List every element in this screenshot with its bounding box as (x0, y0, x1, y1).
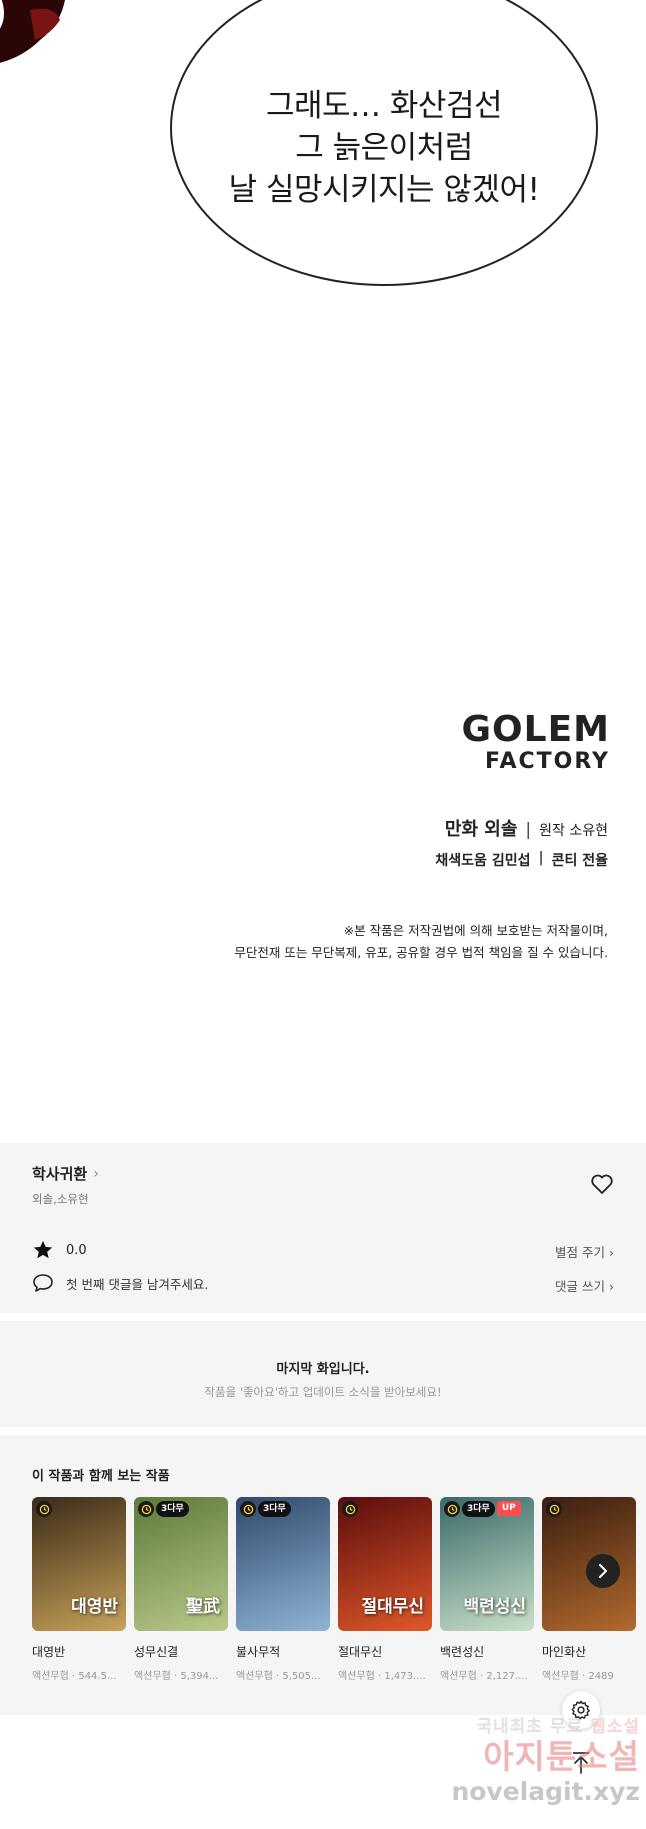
card-meta: 액션무협 · 1,473.... (338, 1671, 426, 1682)
card-title: 불사무적 (236, 1645, 281, 1659)
badge-row (546, 1501, 562, 1517)
wait-free-clock-icon (36, 1501, 52, 1517)
cover-image: 대영반 (32, 1497, 126, 1631)
bubble-line: 날 실망시키지는 않겠어! (228, 172, 540, 208)
card-meta: 액션무협 · 544.5... (32, 1671, 117, 1682)
copyright-notice: ※본 작품은 저작권법에 의해 보호받는 저작물이며, 무단전재 또는 무단복제… (234, 920, 608, 964)
card-title: 마인화산 (542, 1645, 587, 1659)
recommendation-card[interactable]: 3다무불사무적액션무협 · 5,505... (236, 1497, 330, 1682)
badge-row (342, 1501, 358, 1517)
card-title: 대영반 (32, 1645, 66, 1659)
comic-panel: 그래도… 화산검선 그 늙은이처럼 날 실망시키지는 않겠어! GOLEM FA… (0, 0, 646, 1143)
cover-title-art: 대영반 (71, 1597, 118, 1617)
card-title: 백련성신 (440, 1645, 485, 1659)
recommendation-carousel: 대영반 대영반 액션무협 · 544.5... 3다무 聖武 성무신결 액션무협 · 5,3… (32, 1497, 646, 1697)
ink-splash-art (0, 0, 65, 63)
recommendation-card[interactable]: 대영반 대영반 액션무협 · 544.5... (32, 1497, 126, 1682)
free-episodes-badge: 3다무 (462, 1501, 495, 1517)
chevron-right-icon: › (609, 1279, 614, 1294)
watermark-line-1b: 웹소설 (590, 1717, 640, 1737)
cover-image: 3다무 聖武 (134, 1497, 228, 1631)
cover-image: 3다무 UP 백련성신 (440, 1497, 534, 1631)
comment-row: 첫 번째 댓글을 남겨주세요. (32, 1273, 208, 1293)
rate-button[interactable]: 별점 주기 › (555, 1242, 614, 1261)
card-meta: 액션무협 · 5,394... (134, 1671, 219, 1682)
badge-row: 3다무 UP (444, 1501, 521, 1517)
last-episode-subtitle: 작품을 '좋아요'하고 업데이트 소식을 받아보세요! (204, 1385, 442, 1399)
star-icon (33, 1240, 53, 1259)
last-episode-title: 마지막 화입니다. (276, 1362, 370, 1377)
wait-free-clock-icon (546, 1501, 562, 1517)
section-divider (0, 1313, 646, 1321)
chevron-right-icon (599, 1564, 607, 1578)
last-episode-notice: 마지막 화입니다. 작품을 '좋아요'하고 업데이트 소식을 받아보세요! (0, 1321, 646, 1427)
recommendation-card[interactable]: 마인화산액션무협 · 2489 (542, 1497, 636, 1682)
write-comment-button[interactable]: 댓글 쓰기 › (555, 1276, 614, 1295)
credits-line-2: 채색도움 김민섭 | 콘티 전율 (435, 850, 608, 870)
badge-row: 3다무 (240, 1501, 291, 1517)
series-title-link[interactable]: 학사귀환 › (32, 1163, 99, 1184)
card-title: 성무신결 (134, 1645, 179, 1659)
rating-value: 0.0 (66, 1242, 87, 1258)
publisher-logo: GOLEM FACTORY (461, 712, 610, 776)
notice-line: 무단전재 또는 무단복제, 유포, 공유할 경우 법적 책임을 질 수 있습니다… (234, 945, 608, 960)
watermark-line-1a: 국내최초 무료 (476, 1717, 584, 1737)
cover-title-art: 절대무신 (361, 1597, 424, 1617)
card-meta: 액션무협 · 2,127.... (440, 1671, 528, 1682)
speech-bubble: 그래도… 화산검선 그 늙은이처럼 날 실망시키지는 않겠어! (170, 0, 598, 286)
wait-free-clock-icon (444, 1501, 460, 1517)
artist-credit: 만화 외솔 (444, 819, 518, 840)
free-episodes-badge: 3다무 (156, 1501, 189, 1517)
comment-prompt[interactable]: 첫 번째 댓글을 남겨주세요. (66, 1274, 208, 1293)
credit-separator: | (525, 820, 532, 840)
cover-title-art: 백련성신 (463, 1597, 526, 1617)
cover-image: 3다무 (236, 1497, 330, 1631)
update-badge: UP (496, 1501, 521, 1516)
badge-row: 3다무 (138, 1501, 189, 1517)
recommendation-card[interactable]: 3다무 聖武 성무신결액션무협 · 5,394... (134, 1497, 228, 1682)
bubble-line: 그래도… 화산검선 (266, 88, 503, 124)
card-title: 절대무신 (338, 1645, 383, 1659)
notice-line: ※본 작품은 저작권법에 의해 보호받는 저작물이며, (343, 923, 608, 938)
site-watermark: 국내최초 무료 웹소설 아지툰소설 novelagit.xyz (440, 1712, 640, 1827)
free-episodes-badge: 3다무 (258, 1501, 291, 1517)
section-divider (0, 1427, 646, 1435)
card-meta: 액션무협 · 2489 (542, 1671, 614, 1682)
series-title: 학사귀환 (32, 1165, 88, 1183)
logo-line-2: FACTORY (484, 749, 610, 774)
badge-row (36, 1501, 52, 1517)
wait-free-clock-icon (342, 1501, 358, 1517)
recommendation-card[interactable]: 3다무 UP 백련성신 백련성신 액션무협 · 2,127.... (440, 1497, 534, 1682)
cover-title-art: 聖武 (186, 1597, 220, 1617)
chevron-right-icon: › (93, 1165, 99, 1182)
bubble-line: 그 늙은이처럼 (295, 130, 473, 166)
logo-line-1: GOLEM (461, 709, 610, 750)
wait-free-clock-icon (138, 1501, 154, 1517)
comment-icon (33, 1274, 53, 1292)
rating-row: 0.0 (32, 1239, 87, 1261)
cover-image: 절대무신 (338, 1497, 432, 1631)
original-author-credit: 원작 소유현 (539, 823, 608, 839)
heart-icon[interactable] (590, 1173, 614, 1195)
chevron-right-icon: › (609, 1245, 614, 1260)
watermark-line-2: 아지툰소설 (483, 1737, 640, 1776)
storyboard-credit: 콘티 전율 (551, 853, 608, 869)
wait-free-clock-icon (240, 1501, 256, 1517)
recommendation-card[interactable]: 절대무신 절대무신 액션무협 · 1,473.... (338, 1497, 432, 1682)
recommendations-title: 이 작품과 함께 보는 작품 (32, 1469, 170, 1484)
carousel-next-button[interactable] (586, 1554, 620, 1588)
recommendations-section: 이 작품과 함께 보는 작품 대영반 대영반 액션무협 · 544.5... 3다무 聖… (0, 1435, 646, 1715)
card-meta: 액션무협 · 5,505... (236, 1671, 321, 1682)
write-comment-label: 댓글 쓰기 (555, 1279, 606, 1294)
credit-separator: | (538, 850, 544, 866)
series-authors: 외솔,소유현 (32, 1192, 89, 1206)
credits-line-1: 만화 외솔 | 원작 소유현 (445, 815, 608, 841)
watermark-line-3: novelagit.xyz (451, 1777, 640, 1806)
series-info-panel: 학사귀환 › 외솔,소유현 0.0 별점 주기 › 첫 번째 댓글을 남겨주세요… (0, 1143, 646, 1313)
color-assist-credit: 채색도움 김민섭 (435, 853, 531, 869)
rate-button-label: 별점 주기 (555, 1245, 606, 1260)
